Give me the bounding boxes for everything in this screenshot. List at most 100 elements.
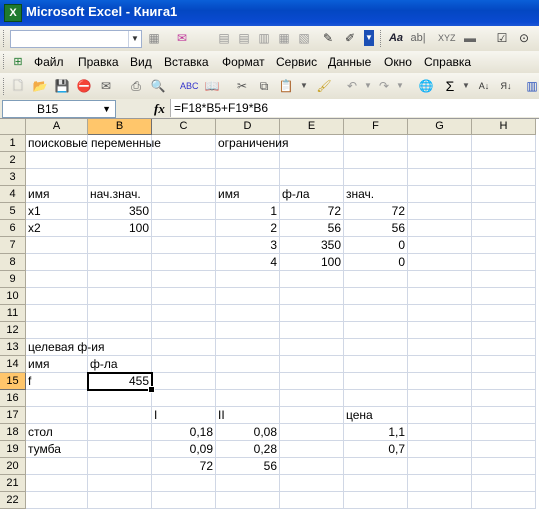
cell-c17[interactable]: I [152, 407, 216, 424]
cell-a3[interactable] [26, 169, 88, 186]
cell-e11[interactable] [280, 305, 344, 322]
row-header-14[interactable]: 14 [0, 356, 26, 373]
cell-h12[interactable] [472, 322, 536, 339]
cell-f14[interactable] [344, 356, 408, 373]
cell-h5[interactable] [472, 203, 536, 220]
cell-e15[interactable] [280, 373, 344, 390]
sort-ascending-icon[interactable]: A↓ [476, 78, 492, 94]
column-header-f[interactable]: F [344, 119, 408, 135]
cell-g18[interactable] [408, 424, 472, 441]
cell-c21[interactable] [152, 475, 216, 492]
color-icon[interactable]: ✉ [174, 30, 190, 46]
row-header-10[interactable]: 10 [0, 288, 26, 305]
menu-file[interactable]: Файл [34, 55, 64, 69]
cell-g15[interactable] [408, 373, 472, 390]
cell-f6[interactable]: 56 [344, 220, 408, 237]
cell-a22[interactable] [26, 492, 88, 509]
row-header-20[interactable]: 20 [0, 458, 26, 475]
frame-icon[interactable]: ▬ [462, 30, 478, 46]
cell-a12[interactable] [26, 322, 88, 339]
cell-b12[interactable] [88, 322, 152, 339]
name-box[interactable]: B15 ▼ [2, 100, 116, 118]
print-preview-icon[interactable]: 🔍 [150, 78, 166, 94]
cell-b16[interactable] [88, 390, 152, 407]
row-header-13[interactable]: 13 [0, 339, 26, 356]
cell-a19[interactable]: тумба [26, 441, 88, 458]
column-header-h[interactable]: H [472, 119, 536, 135]
cell-b9[interactable] [88, 271, 152, 288]
cell-b3[interactable] [88, 169, 152, 186]
cell-d14[interactable] [216, 356, 280, 373]
cell-c16[interactable] [152, 390, 216, 407]
font-combo[interactable]: ▼ [10, 30, 142, 48]
cell-c19[interactable]: 0,09 [152, 441, 216, 458]
cell-d4[interactable]: имя [216, 186, 280, 203]
cell-h17[interactable] [472, 407, 536, 424]
menu-insert[interactable]: Вставка [164, 55, 209, 69]
cell-a15[interactable]: f [26, 373, 88, 390]
link-icon[interactable]: ✎ [320, 30, 336, 46]
column-header-d[interactable]: D [216, 119, 280, 135]
cell-e4[interactable]: ф-ла [280, 186, 344, 203]
table3-icon[interactable]: ▥ [256, 30, 272, 46]
cell-b4[interactable]: нач.знач. [88, 186, 152, 203]
cell-g4[interactable] [408, 186, 472, 203]
cell-a16[interactable] [26, 390, 88, 407]
cell-f16[interactable] [344, 390, 408, 407]
cell-c7[interactable] [152, 237, 216, 254]
cell-d15[interactable] [216, 373, 280, 390]
cell-c4[interactable] [152, 186, 216, 203]
cell-h6[interactable] [472, 220, 536, 237]
print-icon[interactable]: ⎙ [128, 78, 144, 94]
cell-e1[interactable] [280, 135, 344, 152]
toolbar-grip[interactable] [3, 78, 7, 95]
chevron-down-icon[interactable]: ▼ [102, 101, 111, 117]
cell-g6[interactable] [408, 220, 472, 237]
cell-e20[interactable] [280, 458, 344, 475]
cell-f8[interactable]: 0 [344, 254, 408, 271]
cell-h14[interactable] [472, 356, 536, 373]
cell-f19[interactable]: 0,7 [344, 441, 408, 458]
research-icon[interactable]: 📖 [204, 78, 220, 94]
cell-d7[interactable]: 3 [216, 237, 280, 254]
redo-chevron-down-icon[interactable]: ▼ [392, 78, 408, 94]
cell-g11[interactable] [408, 305, 472, 322]
cell-g13[interactable] [408, 339, 472, 356]
menu-window[interactable]: Окно [384, 55, 412, 69]
cell-e7[interactable]: 350 [280, 237, 344, 254]
cell-d16[interactable] [216, 390, 280, 407]
row-header-17[interactable]: 17 [0, 407, 26, 424]
chevron-down-icon[interactable]: ▼ [128, 31, 141, 47]
cell-c14[interactable] [152, 356, 216, 373]
row-header-3[interactable]: 3 [0, 169, 26, 186]
format-painter-icon[interactable]: 🖌 [316, 78, 332, 94]
cell-a21[interactable] [26, 475, 88, 492]
cell-d8[interactable]: 4 [216, 254, 280, 271]
cell-g7[interactable] [408, 237, 472, 254]
cell-a11[interactable] [26, 305, 88, 322]
checkbox-icon[interactable]: ☑ [494, 30, 510, 46]
cell-h2[interactable] [472, 152, 536, 169]
row-header-21[interactable]: 21 [0, 475, 26, 492]
table4-icon[interactable]: ▦ [276, 30, 292, 46]
cell-f18[interactable]: 1,1 [344, 424, 408, 441]
excel-doc-icon[interactable]: ⊞ [10, 54, 26, 70]
cell-c6[interactable] [152, 220, 216, 237]
cell-c5[interactable] [152, 203, 216, 220]
copy-icon[interactable]: ⧉ [256, 78, 272, 94]
cell-e22[interactable] [280, 492, 344, 509]
field-icon[interactable]: XYZ [438, 30, 456, 46]
formula-input[interactable]: =F18*B5+F19*B6 [170, 99, 539, 117]
menu-help[interactable]: Справка [424, 55, 471, 69]
cell-h22[interactable] [472, 492, 536, 509]
cut-icon[interactable]: ✂ [234, 78, 250, 94]
hyperlink-icon[interactable]: 🌐 [418, 78, 434, 94]
select-all-corner[interactable] [0, 119, 26, 135]
table5-icon[interactable]: ▧ [296, 30, 312, 46]
new-icon[interactable]: 🗋 [10, 78, 26, 94]
cell-c12[interactable] [152, 322, 216, 339]
column-header-a[interactable]: A [26, 119, 88, 135]
cell-g20[interactable] [408, 458, 472, 475]
cell-c13[interactable] [152, 339, 216, 356]
cell-g21[interactable] [408, 475, 472, 492]
